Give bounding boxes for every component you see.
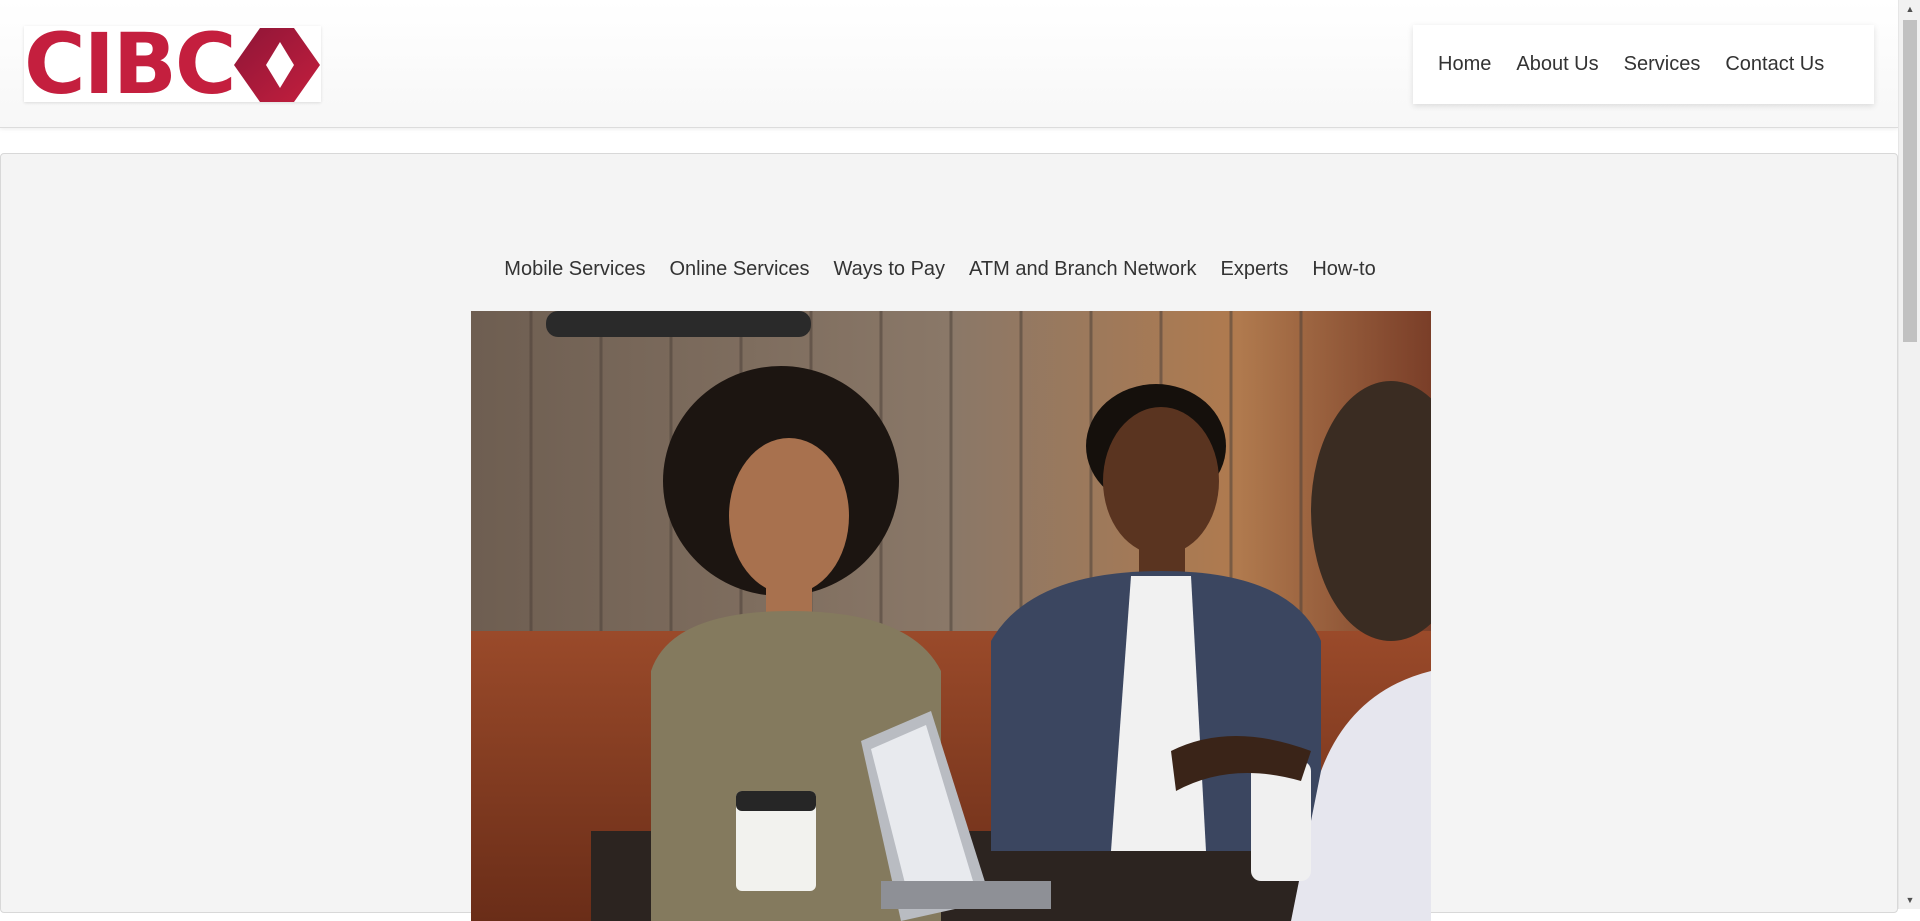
nav-services-link[interactable]: Services <box>1624 53 1701 76</box>
vertical-scrollbar[interactable]: ▲ ▼ <box>1898 0 1920 909</box>
services-subnav: Mobile Services Online Services Ways to … <box>1 258 1899 281</box>
logo-text: CIBC <box>24 15 237 113</box>
nav-contact-us-link[interactable]: Contact Us <box>1725 53 1824 76</box>
subnav-ways-to-pay-link[interactable]: Ways to Pay <box>834 258 946 281</box>
scroll-up-icon[interactable]: ▲ <box>1899 0 1920 18</box>
logo-diamond-icon <box>234 28 320 102</box>
scroll-down-icon[interactable]: ▼ <box>1899 891 1920 909</box>
main-content: Mobile Services Online Services Ways to … <box>0 153 1899 921</box>
nav-home-link[interactable]: Home <box>1438 53 1491 76</box>
top-nav: Home About Us Services Contact Us <box>1413 25 1874 104</box>
subnav-mobile-services-link[interactable]: Mobile Services <box>504 258 645 281</box>
hero-photo <box>471 311 1431 921</box>
subnav-experts-link[interactable]: Experts <box>1221 258 1289 281</box>
subnav-atm-branch-network-link[interactable]: ATM and Branch Network <box>969 258 1197 281</box>
nav-about-us-link[interactable]: About Us <box>1516 53 1598 76</box>
subnav-how-to-link[interactable]: How-to <box>1312 258 1375 281</box>
cibc-logo[interactable]: CIBC <box>24 22 321 106</box>
hero-photo-illustration <box>471 311 1431 921</box>
subnav-online-services-link[interactable]: Online Services <box>669 258 809 281</box>
site-header: CIBC Home About Us Services Contact Us <box>0 0 1898 128</box>
scrollbar-thumb[interactable] <box>1903 20 1917 342</box>
